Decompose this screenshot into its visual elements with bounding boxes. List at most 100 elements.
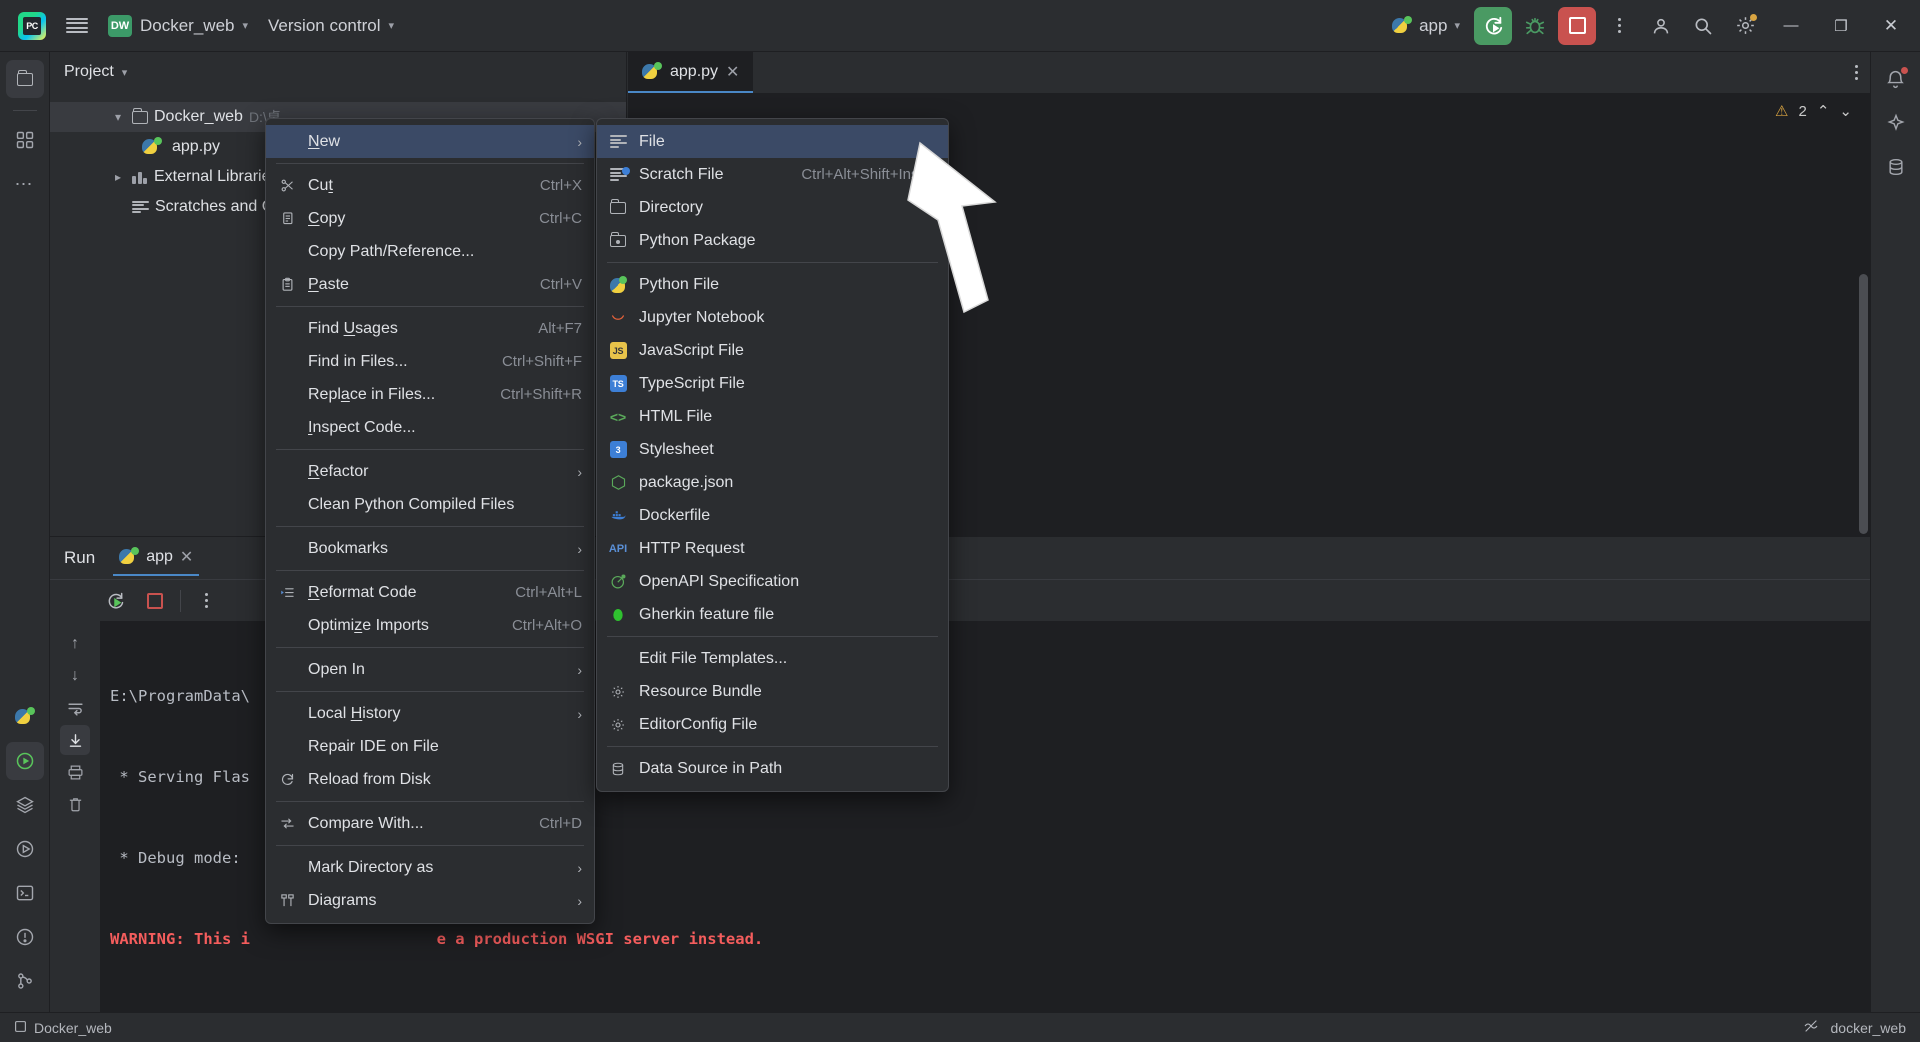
openapi-icon (607, 573, 629, 590)
submenu-item-data-source-in-path[interactable]: Data Source in Path (597, 752, 948, 785)
panel-title: Project (64, 63, 114, 80)
sidebar-item-structure[interactable] (6, 121, 44, 159)
menu-item-replace-in-files[interactable]: Replace in Files... Ctrl+Shift+R (266, 378, 594, 411)
submenu-item-directory[interactable]: Directory (597, 191, 948, 224)
submenu-item-edit-file-templates[interactable]: Edit File Templates... (597, 642, 948, 675)
main-menu-hamburger-icon[interactable] (56, 6, 98, 46)
sidebar-item-project[interactable] (5, 60, 44, 98)
menu-item-open-in[interactable]: Open In › (266, 653, 594, 686)
menu-item-inspect-code[interactable]: Inspect Code... (266, 411, 594, 444)
close-icon[interactable]: ✕ (180, 547, 193, 567)
submenu-item-jupyter-notebook[interactable]: Jupyter Notebook (597, 301, 948, 334)
menu-item-refactor[interactable]: Refactor › (266, 455, 594, 488)
next-problem-icon[interactable]: ⌄ (1839, 102, 1852, 120)
submenu-item-editorconfig-file[interactable]: EditorConfig File (597, 708, 948, 741)
sidebar-item-python-packages[interactable] (6, 786, 44, 824)
submenu-item-gherkin-feature-file[interactable]: Gherkin feature file (597, 598, 948, 631)
project-selector[interactable]: DW Docker_web ▾ (98, 6, 258, 46)
account-button[interactable] (1642, 7, 1680, 45)
submenu-item-typescript-file[interactable]: TS TypeScript File (597, 367, 948, 400)
sidebar-item-services[interactable] (6, 830, 44, 868)
submenu-item-javascript-file[interactable]: JS JavaScript File (597, 334, 948, 367)
menu-item-compare-with[interactable]: Compare With... Ctrl+D (266, 807, 594, 840)
sidebar-item-python-console[interactable] (6, 698, 44, 736)
submenu-item-package-json[interactable]: package.json (597, 466, 948, 499)
pycharm-logo-icon[interactable]: PC (8, 6, 56, 46)
sidebar-item-terminal[interactable] (6, 874, 44, 912)
menu-item-diagrams[interactable]: Diagrams › (266, 884, 594, 917)
scroll-up-icon[interactable]: ↑ (60, 629, 90, 659)
submenu-item-openapi-specification[interactable]: OpenAPI Specification (597, 565, 948, 598)
scroll-down-icon[interactable]: ↓ (60, 661, 90, 691)
debug-button[interactable] (1516, 7, 1554, 45)
menu-separator (276, 306, 584, 307)
menu-item-bookmarks[interactable]: Bookmarks › (266, 532, 594, 565)
rerun-button[interactable] (100, 586, 130, 616)
submenu-item-python-package[interactable]: Python Package (597, 224, 948, 257)
submenu-item-html-file[interactable]: <> HTML File (597, 400, 948, 433)
menu-separator (276, 691, 584, 692)
menu-item-cut[interactable]: Cut Ctrl+X (266, 169, 594, 202)
editor-vertical-scrollbar[interactable] (1859, 274, 1868, 534)
maximize-button[interactable]: ❐ (1818, 6, 1864, 46)
sidebar-item-more[interactable]: ⋯ (6, 165, 44, 203)
twisty-expanded-icon[interactable]: ▾ (110, 110, 126, 124)
stop-button[interactable] (1558, 6, 1596, 45)
sidebar-item-version-control[interactable] (6, 962, 44, 1000)
menu-item-reformat-code[interactable]: Reformat Code Ctrl+Alt+L (266, 576, 594, 609)
run-button[interactable] (1474, 6, 1512, 45)
search-button[interactable] (1684, 7, 1722, 45)
menu-item-find-in-files[interactable]: Find in Files... Ctrl+Shift+F (266, 345, 594, 378)
print-icon[interactable] (60, 757, 90, 787)
sidebar-item-run[interactable] (5, 742, 44, 780)
menu-item-clean-python-compiled-files[interactable]: Clean Python Compiled Files (266, 488, 594, 521)
menu-item-copy[interactable]: Copy Ctrl+C (266, 202, 594, 235)
submenu-item-dockerfile[interactable]: Dockerfile (597, 499, 948, 532)
menu-separator (276, 845, 584, 846)
menu-item-local-history[interactable]: Local History › (266, 697, 594, 730)
menu-item-mark-directory-as[interactable]: Mark Directory as › (266, 851, 594, 884)
stop-run-button[interactable] (140, 586, 170, 616)
run-more-options-button[interactable] (191, 586, 221, 616)
submenu-item-resource-bundle[interactable]: Resource Bundle (597, 675, 948, 708)
run-tab-app[interactable]: app ✕ (113, 540, 200, 576)
twisty-collapsed-icon[interactable]: ▸ (110, 170, 126, 184)
menu-item-copy-path-reference[interactable]: Copy Path/Reference... (266, 235, 594, 268)
sidebar-item-ai-assistant[interactable] (1877, 104, 1915, 142)
trash-icon[interactable] (60, 789, 90, 819)
sidebar-item-notifications[interactable] (1877, 60, 1915, 98)
menu-item-find-usages[interactable]: Find Usages Alt+F7 (266, 312, 594, 345)
menu-item-paste[interactable]: Paste Ctrl+V (266, 268, 594, 301)
scroll-to-end-icon[interactable] (60, 725, 90, 755)
editor-options-icon[interactable] (1855, 65, 1858, 80)
menu-item-optimize-imports[interactable]: Optimize Imports Ctrl+Alt+O (266, 609, 594, 642)
menu-item-repair-ide-on-file[interactable]: Repair IDE on File (266, 730, 594, 763)
compare-icon (276, 816, 298, 831)
settings-button[interactable] (1726, 7, 1764, 45)
status-project-label[interactable]: Docker_web (34, 1020, 112, 1036)
sidebar-item-problems[interactable] (6, 918, 44, 956)
inspection-widget[interactable]: ⚠ 2 ⌃ ⌄ (1775, 102, 1852, 121)
version-control-menu[interactable]: Version control ▾ (258, 6, 404, 46)
soft-wrap-icon[interactable] (60, 693, 90, 723)
submenu-item-scratch-file[interactable]: Scratch File Ctrl+Alt+Shift+Insert (597, 158, 948, 191)
prev-problem-icon[interactable]: ⌃ (1817, 102, 1830, 120)
minimize-button[interactable]: — (1768, 6, 1814, 46)
editor-tab-app-py[interactable]: app.py ✕ (628, 52, 754, 93)
more-actions-button[interactable] (1600, 7, 1638, 45)
close-icon[interactable]: ✕ (726, 62, 739, 82)
submenu-item-python-file[interactable]: Python File (597, 268, 948, 301)
submenu-item-file[interactable]: File (597, 125, 948, 158)
submenu-item-http-request[interactable]: API HTTP Request (597, 532, 948, 565)
chevron-down-icon[interactable]: ▾ (122, 66, 128, 79)
status-interpreter-label[interactable]: docker_web (1831, 1020, 1907, 1036)
run-configuration-selector[interactable]: app ▾ (1382, 8, 1470, 44)
menu-item-reload-from-disk[interactable]: Reload from Disk (266, 763, 594, 796)
menu-item-new[interactable]: New › (266, 125, 594, 158)
chevron-right-icon: › (577, 540, 582, 557)
sidebar-item-database[interactable] (1877, 148, 1915, 186)
stop-icon (147, 592, 163, 609)
close-button[interactable]: ✕ (1868, 6, 1914, 46)
editor-tab-bar: app.py ✕ (628, 52, 1870, 94)
submenu-item-stylesheet[interactable]: 3 Stylesheet (597, 433, 948, 466)
